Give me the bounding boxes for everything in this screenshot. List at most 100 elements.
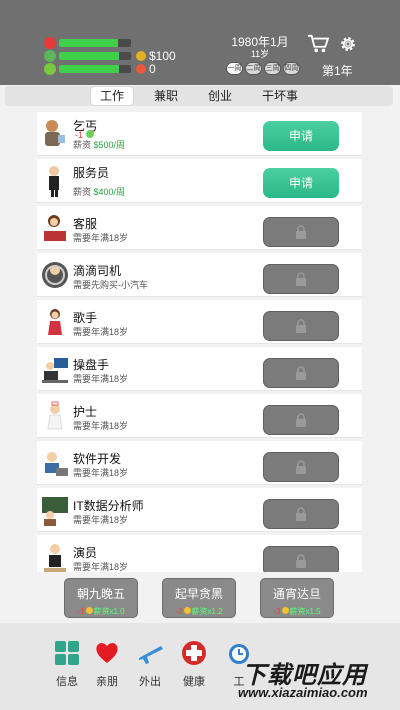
lock-icon: [296, 366, 306, 380]
job-requirement: 需要年满18岁: [73, 515, 129, 525]
mode-effect: -3 薪资x1.5: [273, 607, 321, 616]
date-display: 1980年1月 11岁: [228, 36, 292, 60]
week-pill-2: 二周: [245, 62, 262, 75]
job-salary: 薪资 $500/周: [73, 140, 126, 150]
locked-button: [263, 405, 339, 435]
locked-button: [263, 546, 339, 572]
job-name: 软件开发: [73, 452, 122, 466]
face-icon: [44, 50, 56, 62]
money-value: $100: [149, 49, 176, 63]
nav-label: 信息: [56, 676, 78, 688]
mode-title: 朝九晚五: [76, 587, 125, 601]
cart-icon[interactable]: [307, 34, 329, 54]
nav-health[interactable]: 健康: [177, 640, 211, 689]
tab-work[interactable]: 工作: [90, 87, 133, 105]
job-requirement: 需要年满18岁: [73, 421, 129, 431]
mood-icon: [183, 607, 191, 614]
job-row: 歌手 需要年满18岁: [37, 300, 362, 344]
locked-button: [263, 217, 339, 247]
medical-icon: [182, 641, 206, 665]
mode-title: 通宵达旦: [272, 587, 321, 601]
job-requirement: 需要年满18岁: [73, 468, 129, 478]
apply-button[interactable]: 申请: [263, 121, 339, 151]
week-pill-4: 四周: [283, 62, 300, 75]
job-name: 护士: [73, 405, 98, 419]
mood-icon: [85, 607, 93, 614]
job-requirement: 需要年满18岁: [73, 327, 129, 337]
mood-icon: [85, 130, 94, 138]
mood-icon: [281, 607, 289, 614]
job-row: 操盘手 需要年满18岁: [37, 347, 362, 391]
nav-label: 外出: [139, 676, 161, 688]
singer-avatar: [48, 309, 62, 335]
lock-icon: [296, 460, 306, 474]
developer-avatar: [45, 452, 68, 476]
nav-friends[interactable]: 亲朋: [90, 640, 124, 689]
year-label: 第1年: [322, 64, 353, 78]
customer-service-avatar: [44, 215, 66, 241]
nurse-avatar: [47, 401, 63, 430]
job-requirement: 需要年满18岁: [73, 562, 129, 572]
job-name: IT数据分析师: [73, 499, 144, 513]
nav-label: 亲朋: [96, 676, 118, 688]
gem-icon: [136, 64, 146, 74]
job-salary: 薪资 $400/周: [73, 187, 126, 197]
nav-info[interactable]: 信息: [50, 640, 84, 689]
job-row: 软件开发 需要年满18岁: [37, 441, 362, 485]
status-header: $100 0 1980年1月 11岁 一周 二周 三周 四周 第1年: [0, 0, 400, 85]
job-name: 滴滴司机: [73, 264, 122, 278]
job-name: 演员: [73, 546, 98, 560]
energy-row: 0: [44, 62, 156, 76]
lock-icon: [296, 413, 306, 427]
mode-early-late-button[interactable]: 起早贪黑 -2 薪资x1.2: [162, 578, 236, 618]
job-name: 歌手: [73, 311, 98, 325]
locked-button: [263, 452, 339, 482]
job-row: 护士 需要年满18岁: [37, 394, 362, 438]
lock-icon: [296, 554, 306, 568]
age-text: 11岁: [250, 49, 270, 59]
job-list[interactable]: 乞丐 -1 薪资 $500/周 申请 服务员 薪资 $400/周 申请 客服 需…: [37, 112, 362, 572]
locked-button: [263, 499, 339, 529]
week-pill-3: 三周: [264, 62, 281, 75]
job-row: 客服 需要年满18岁: [37, 206, 362, 250]
tab-business[interactable]: 创业: [199, 87, 241, 105]
info-icon: [55, 641, 79, 665]
health-row: [44, 37, 131, 49]
actor-avatar: [44, 544, 66, 572]
mode-nine-to-five-button[interactable]: 朝九晚五 -1 薪资x1.0: [64, 578, 138, 618]
job-row: 服务员 薪资 $400/周 申请: [37, 159, 362, 203]
locked-button: [263, 358, 339, 388]
job-name: 操盘手: [73, 358, 110, 372]
coin-value: 0: [149, 62, 156, 76]
tab-part-time[interactable]: 兼职: [145, 87, 187, 105]
week-pill-1: 一周: [226, 62, 243, 75]
job-requirement: 需要年满18岁: [73, 374, 129, 384]
nav-label: 健康: [183, 676, 205, 688]
lock-icon: [296, 225, 306, 239]
job-row: IT数据分析师 需要年满18岁: [37, 488, 362, 532]
mode-effect: -2 薪资x1.2: [175, 607, 223, 616]
locked-button: [263, 264, 339, 294]
gear-icon[interactable]: [338, 34, 358, 54]
beggar-avatar: [45, 120, 65, 146]
job-name: 客服: [73, 217, 98, 231]
apply-button[interactable]: 申请: [263, 168, 339, 198]
heart-icon: [44, 37, 56, 49]
tab-bad-deeds[interactable]: 干坏事: [253, 87, 307, 105]
lock-icon: [296, 319, 306, 333]
mode-all-night-button[interactable]: 通宵达旦 -3 薪资x1.5: [260, 578, 334, 618]
lock-icon: [296, 507, 306, 521]
driver-avatar: [42, 262, 68, 288]
analyst-avatar: [42, 497, 68, 526]
mode-title: 起早贪黑: [174, 587, 223, 601]
nav-outing[interactable]: 外出: [133, 640, 167, 689]
job-requirement: 需要年满18岁: [73, 233, 129, 243]
job-requirement: 需要先购买-小汽车: [73, 280, 148, 290]
category-tabs: 工作 兼职 创业 干坏事: [5, 86, 393, 106]
waiter-avatar: [49, 166, 59, 197]
mood-row: $100: [44, 49, 176, 63]
job-row: 演员 需要年满18岁: [37, 535, 362, 572]
health-bar: [59, 39, 131, 47]
job-name: 服务员: [73, 166, 110, 180]
watermark-url: www.xiazaimiao.com: [238, 685, 368, 700]
